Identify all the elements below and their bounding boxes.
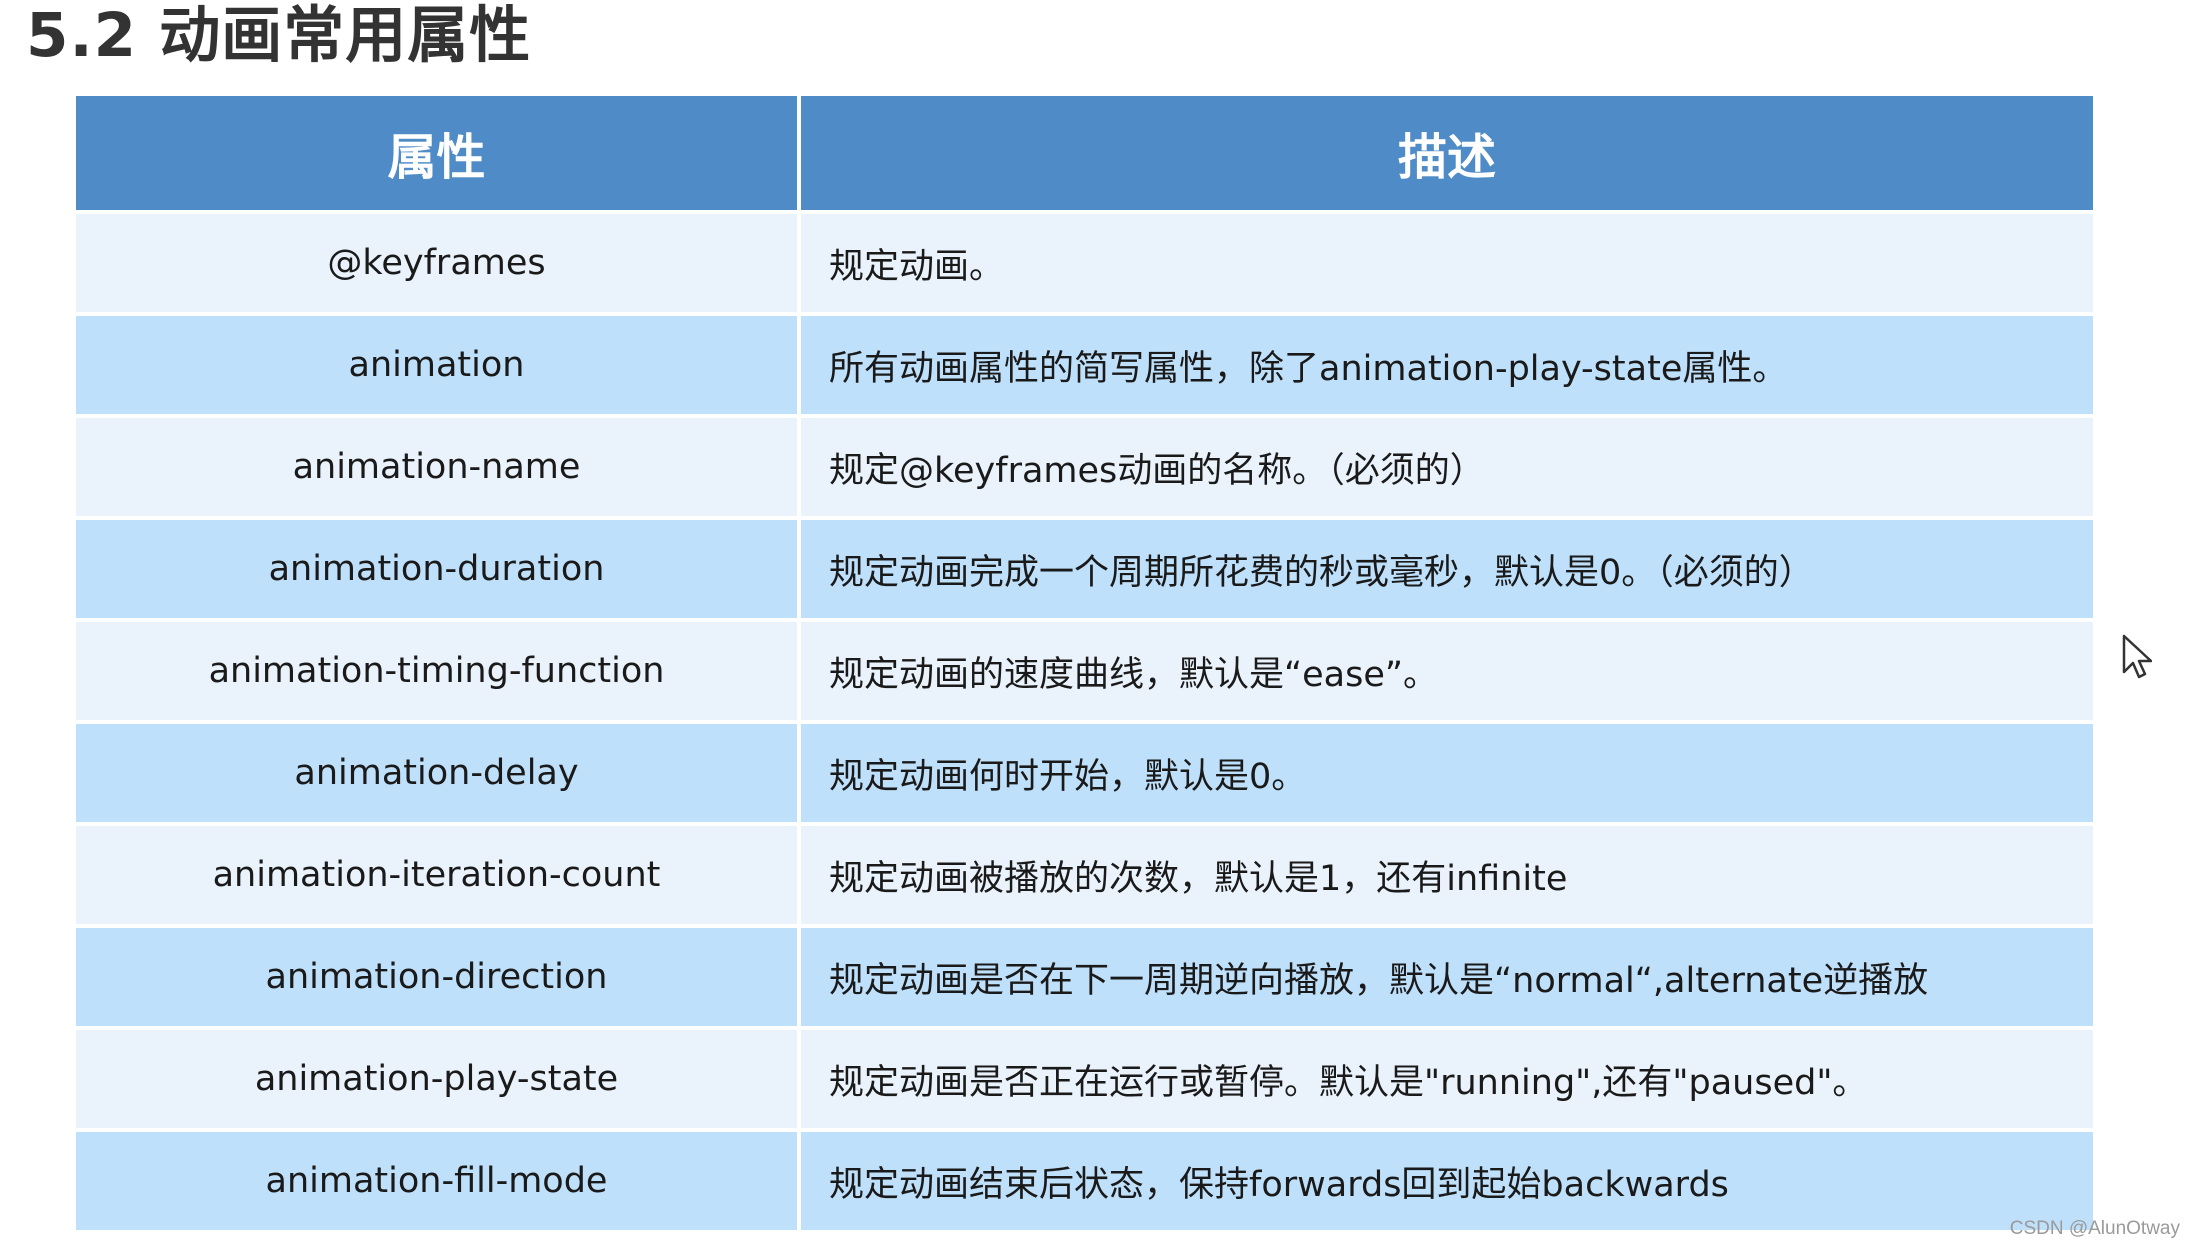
mouse-pointer-icon — [2122, 634, 2152, 679]
table-header-row: 属性 描述 — [76, 96, 2093, 214]
table-row: animation-timing-function 规定动画的速度曲线，默认是“… — [76, 622, 2093, 724]
page-title: 5.2 动画常用属性 — [26, 0, 532, 71]
property-cell: animation-fill-mode — [76, 1132, 801, 1234]
table-row: animation-play-state 规定动画是否正在运行或暂停。默认是"r… — [76, 1030, 2093, 1132]
header-description: 描述 — [801, 96, 2093, 214]
description-cell: 规定动画的速度曲线，默认是“ease”。 — [801, 622, 2093, 724]
property-cell: animation-name — [76, 418, 801, 520]
description-cell: 规定动画被播放的次数，默认是1，还有infinite — [801, 826, 2093, 928]
description-cell: 所有动画属性的简写属性，除了animation-play-state属性。 — [801, 316, 2093, 418]
table-row: animation-name 规定@keyframes动画的名称。（必须的） — [76, 418, 2093, 520]
table-row: animation-delay 规定动画何时开始，默认是0。 — [76, 724, 2093, 826]
description-cell: 规定动画是否正在运行或暂停。默认是"running",还有"paused"。 — [801, 1030, 2093, 1132]
table-row: animation-direction 规定动画是否在下一周期逆向播放，默认是“… — [76, 928, 2093, 1030]
description-cell: 规定@keyframes动画的名称。（必须的） — [801, 418, 2093, 520]
property-cell: animation-delay — [76, 724, 801, 826]
property-cell: animation-direction — [76, 928, 801, 1030]
property-cell: animation-timing-function — [76, 622, 801, 724]
table-row: animation-fill-mode 规定动画结束后状态，保持forwards… — [76, 1132, 2093, 1234]
description-cell: 规定动画是否在下一周期逆向播放，默认是“normal“,alternate逆播放 — [801, 928, 2093, 1030]
table-row: animation-duration 规定动画完成一个周期所花费的秒或毫秒，默认… — [76, 520, 2093, 622]
property-cell: animation-play-state — [76, 1030, 801, 1132]
description-cell: 规定动画。 — [801, 214, 2093, 316]
description-cell: 规定动画结束后状态，保持forwards回到起始backwards — [801, 1132, 2093, 1234]
animation-properties-table: 属性 描述 @keyframes 规定动画。 animation 所有动画属性的… — [76, 96, 2093, 1234]
property-cell: @keyframes — [76, 214, 801, 316]
watermark: CSDN @AlunOtway — [2009, 1218, 2180, 1239]
property-cell: animation-iteration-count — [76, 826, 801, 928]
description-cell: 规定动画何时开始，默认是0。 — [801, 724, 2093, 826]
table-row: @keyframes 规定动画。 — [76, 214, 2093, 316]
property-cell: animation-duration — [76, 520, 801, 622]
property-cell: animation — [76, 316, 801, 418]
table-row: animation-iteration-count 规定动画被播放的次数，默认是… — [76, 826, 2093, 928]
table-row: animation 所有动画属性的简写属性，除了animation-play-s… — [76, 316, 2093, 418]
header-property: 属性 — [76, 96, 801, 214]
description-cell: 规定动画完成一个周期所花费的秒或毫秒，默认是0。（必须的） — [801, 520, 2093, 622]
